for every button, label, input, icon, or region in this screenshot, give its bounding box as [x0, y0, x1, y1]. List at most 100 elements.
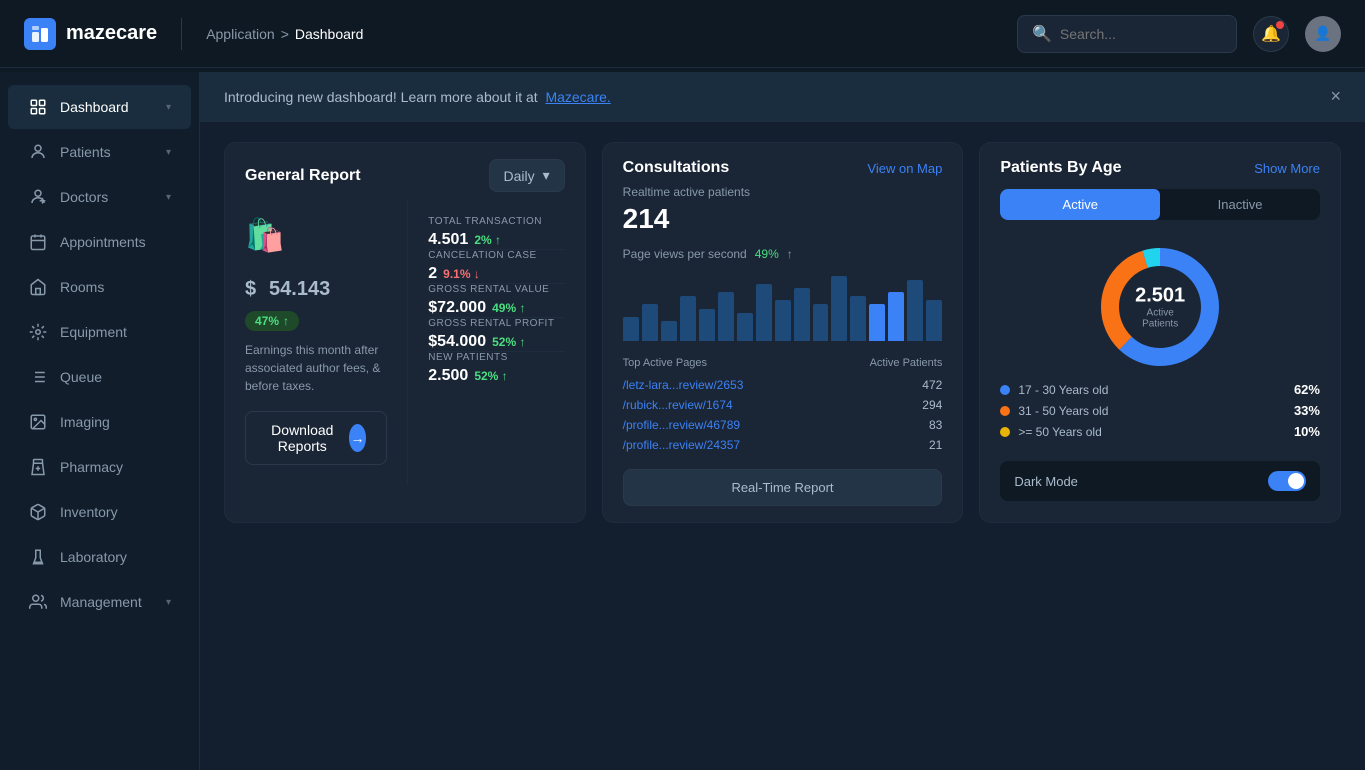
- realtime-report-button[interactable]: Real-Time Report: [623, 469, 943, 506]
- sidebar-label-inventory: Inventory: [60, 504, 171, 520]
- report-amount: $ 54.143: [245, 266, 387, 303]
- layout: Dashboard ▾ Patients ▾ Doctors ▾ Appoint…: [0, 72, 1365, 770]
- notification-button[interactable]: 🔔: [1253, 16, 1289, 52]
- patient-count: 21: [929, 438, 942, 452]
- bar-chart: [603, 269, 963, 349]
- search-input[interactable]: [1060, 26, 1222, 42]
- stat-label: GROSS RENTAL PROFIT: [428, 318, 564, 329]
- sidebar-item-appointments[interactable]: Appointments: [8, 220, 191, 264]
- logo-icon: [24, 18, 56, 50]
- sidebar-label-doctors: Doctors: [60, 189, 154, 205]
- bar-item: [926, 300, 942, 341]
- inventory-icon: [28, 502, 48, 522]
- page-path: /letz-lara...review/2653: [623, 378, 744, 392]
- sidebar-item-dashboard[interactable]: Dashboard ▾: [8, 85, 191, 129]
- download-reports-button[interactable]: Download Reports →: [245, 411, 387, 465]
- stat-item: GROSS RENTAL VALUE $72.000 49% ↑: [428, 284, 564, 317]
- patients-icon: [28, 142, 48, 162]
- view-on-map-link[interactable]: View on Map: [867, 161, 942, 176]
- stat-pct: 52% ↑: [474, 369, 507, 383]
- sidebar-label-pharmacy: Pharmacy: [60, 459, 171, 475]
- legend-item: 31 - 50 Years old 33%: [1000, 403, 1320, 418]
- bar-item: [661, 321, 677, 341]
- dashboard-content: General Report Daily ▾ 🛍️ $ 54.143: [200, 122, 1365, 563]
- report-badge: 47% ↑: [245, 311, 299, 331]
- period-selector[interactable]: Daily ▾: [489, 159, 565, 192]
- breadcrumb: Application > Dashboard: [206, 26, 363, 42]
- badge-pct: 47%: [255, 314, 279, 328]
- active-pages-table: Top Active Pages Active Patients /letz-l…: [603, 349, 963, 459]
- stat-label: GROSS RENTAL VALUE: [428, 284, 564, 295]
- breadcrumb-current: Dashboard: [295, 26, 364, 42]
- sidebar-label-appointments: Appointments: [60, 234, 171, 250]
- patients-by-age-card: Patients By Age Show More ActiveInactive: [979, 142, 1341, 523]
- sidebar-item-inventory[interactable]: Inventory: [8, 490, 191, 534]
- patient-count: 294: [922, 398, 942, 412]
- legend-label: >= 50 Years old: [1018, 425, 1101, 439]
- bar-item: [699, 309, 715, 342]
- donut-center-label: Active Patients: [1128, 308, 1193, 330]
- views-percentage: 49%: [755, 247, 779, 261]
- sidebar-item-laboratory[interactable]: Laboratory: [8, 535, 191, 579]
- sidebar-item-queue[interactable]: Queue: [8, 355, 191, 399]
- bar-item: [775, 300, 791, 341]
- sidebar-item-imaging[interactable]: Imaging: [8, 400, 191, 444]
- download-label: Download Reports: [266, 422, 339, 454]
- table-row: /profile...review/2435721: [623, 435, 943, 455]
- general-report-header: General Report Daily ▾: [225, 143, 585, 200]
- laboratory-icon: [28, 547, 48, 567]
- bar-item: [737, 313, 753, 341]
- donut-center: 2.501 Active Patients: [1128, 285, 1193, 330]
- tab-active[interactable]: Active: [1000, 189, 1160, 220]
- bar-item: [831, 276, 847, 341]
- amount-value: 54.143: [269, 278, 330, 300]
- currency-symbol: $: [245, 278, 256, 300]
- bar-item: [680, 296, 696, 341]
- tab-inactive[interactable]: Inactive: [1160, 189, 1320, 220]
- legend-percentage: 10%: [1294, 424, 1320, 439]
- sidebar-label-laboratory: Laboratory: [60, 549, 171, 565]
- logo[interactable]: mazecare: [24, 18, 157, 50]
- bar-item: [642, 304, 658, 341]
- search-box[interactable]: 🔍: [1017, 15, 1237, 53]
- sidebar-label-queue: Queue: [60, 369, 171, 385]
- logo-text: mazecare: [66, 22, 157, 45]
- sidebar-item-pharmacy[interactable]: Pharmacy: [8, 445, 191, 489]
- col-pages: Top Active Pages: [623, 357, 707, 369]
- download-arrow-icon: →: [349, 424, 367, 452]
- realtime-number: 214: [623, 203, 943, 235]
- sidebar-item-management[interactable]: Management ▾: [8, 580, 191, 624]
- banner-text-static: Introducing new dashboard! Learn more ab…: [224, 89, 538, 105]
- navbar-right: 🔍 🔔 👤: [1017, 15, 1341, 53]
- legend-left: 31 - 50 Years old: [1000, 404, 1108, 418]
- show-more-link[interactable]: Show More: [1254, 161, 1320, 176]
- imaging-icon: [28, 412, 48, 432]
- cards-grid: General Report Daily ▾ 🛍️ $ 54.143: [224, 142, 1341, 523]
- general-report-card: General Report Daily ▾ 🛍️ $ 54.143: [224, 142, 586, 523]
- table-body: /letz-lara...review/2653472/rubick...rev…: [623, 375, 943, 455]
- sidebar-item-patients[interactable]: Patients ▾: [8, 130, 191, 174]
- bar-item: [794, 288, 810, 341]
- legend-item: >= 50 Years old 10%: [1000, 424, 1320, 439]
- page-path: /rubick...review/1674: [623, 398, 733, 412]
- stat-label: NEW PATIENTS: [428, 352, 564, 363]
- main-content: Introducing new dashboard! Learn more ab…: [200, 72, 1365, 770]
- stat-item: TOTAL TRANSACTION 4.501 2% ↑: [428, 216, 564, 249]
- avatar[interactable]: 👤: [1305, 16, 1341, 52]
- sidebar-item-rooms[interactable]: Rooms: [8, 265, 191, 309]
- report-description: Earnings this month after associated aut…: [245, 341, 387, 395]
- sidebar-label-equipment: Equipment: [60, 324, 171, 340]
- bar-item: [869, 304, 885, 341]
- sidebar-item-doctors[interactable]: Doctors ▾: [8, 175, 191, 219]
- dark-mode-toggle[interactable]: [1268, 471, 1306, 491]
- sidebar-item-equipment[interactable]: Equipment: [8, 310, 191, 354]
- views-label: Page views per second: [623, 247, 747, 261]
- announcement-banner: Introducing new dashboard! Learn more ab…: [200, 72, 1365, 122]
- banner-text: Introducing new dashboard! Learn more ab…: [224, 89, 611, 105]
- banner-close-button[interactable]: ×: [1330, 86, 1341, 107]
- banner-link[interactable]: Mazecare.: [545, 89, 610, 105]
- bar-item: [813, 304, 829, 341]
- consultations-title: Consultations: [623, 159, 730, 177]
- stat-pct: 52% ↑: [492, 335, 525, 349]
- pharmacy-icon: [28, 457, 48, 477]
